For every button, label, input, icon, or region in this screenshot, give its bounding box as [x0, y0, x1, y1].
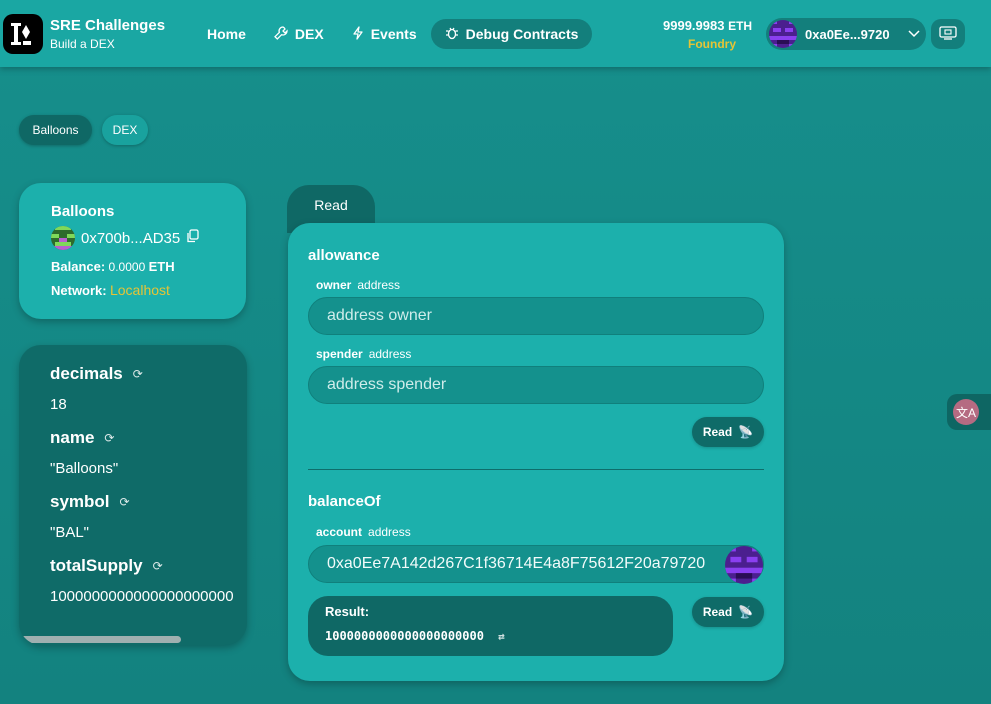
main-nav: Home DEX Events Debug Contracts [193, 19, 593, 49]
var-symbol: symbol ⟳ [50, 492, 130, 512]
account-button[interactable]: 0xa0Ee...9720 [766, 18, 926, 50]
logo[interactable] [3, 14, 43, 54]
result-value: 1000000000000000000000 [325, 629, 484, 643]
param-name: spender [316, 347, 363, 361]
refresh-icon[interactable]: ⟳ [104, 431, 114, 445]
param-type: address [357, 278, 401, 292]
contract-address: 0x700b...AD35 [51, 226, 246, 250]
result-box: Result: 1000000000000000000000 ⇄ [308, 596, 673, 656]
translate-widget[interactable]: 文A [947, 394, 991, 430]
balance-unit: ETH [148, 259, 175, 274]
account-input[interactable]: 0xa0Ee7A142d267C1f36714E4a8F75612F20a797… [308, 545, 764, 584]
contract-tab-dex[interactable]: DEX [102, 115, 148, 145]
contract-name: Balloons [51, 203, 115, 220]
network-value: Localhost [109, 282, 170, 298]
lightning-icon [352, 25, 364, 43]
param-name: owner [316, 278, 352, 292]
owner-input[interactable]: address owner [308, 297, 764, 335]
balance-value: 0.0000 [108, 260, 146, 274]
wrench-icon [273, 25, 288, 43]
eth-amount: 9999.9983 [663, 18, 725, 33]
allowance-read-button[interactable]: Read 📡 [692, 417, 764, 447]
param-label-spender: spender address [316, 347, 411, 361]
var-name-field: name ⟳ [50, 428, 114, 448]
nav-debug-contracts-label: Debug Contracts [465, 26, 579, 42]
satellite-icon: 📡 [738, 425, 754, 439]
param-name: account [316, 525, 363, 539]
nav-dex[interactable]: DEX [260, 19, 338, 49]
qr-code-button[interactable] [931, 19, 965, 49]
read-functions-panel: allowance owner address address owner spe… [288, 223, 784, 681]
param-type: address [368, 347, 412, 361]
divider [308, 469, 764, 470]
var-value: "Balloons" [50, 460, 119, 477]
var-name: totalSupply [50, 556, 143, 575]
balanceof-read-button[interactable]: Read 📡 [692, 597, 764, 627]
account-address: 0xa0Ee...9720 [805, 26, 890, 42]
contract-tab-label: Balloons [32, 123, 79, 137]
brand-subtitle: Build a DEX [50, 37, 115, 51]
avatar [769, 20, 797, 48]
contract-info-card: Balloons 0x700b...AD35 Balance: 0.0000 E… [19, 183, 246, 319]
contract-variables-card: decimals ⟳ 18 name ⟳ "Balloons" symbol ⟳… [19, 345, 247, 645]
logo-icon [11, 23, 31, 45]
var-value: 1000000000000000000000 [50, 588, 234, 605]
var-total-supply: totalSupply ⟳ [50, 556, 163, 576]
network-line: Network: Localhost [51, 282, 246, 298]
nav-home-label: Home [207, 26, 246, 42]
owner-input-placeholder: address owner [327, 307, 432, 324]
contract-address-text: 0x700b...AD35 [81, 229, 181, 247]
contract-tab-label: DEX [112, 123, 138, 137]
brand-title: SRE Challenges [50, 17, 166, 34]
param-type: address [368, 525, 411, 539]
nav-home[interactable]: Home [193, 19, 260, 49]
spender-input[interactable]: address spender [308, 366, 764, 404]
copy-icon[interactable] [186, 229, 199, 247]
var-decimals: decimals ⟳ [50, 364, 143, 384]
spender-input-placeholder: address spender [327, 376, 447, 393]
result-value-row: 1000000000000000000000 ⇄ [325, 629, 673, 643]
bug-icon [445, 26, 459, 43]
chevron-down-icon [908, 27, 920, 41]
top-header: SRE Challenges Build a DEX Home DEX Even… [0, 0, 991, 67]
nav-debug-contracts[interactable]: Debug Contracts [430, 19, 593, 49]
eth-balance: 9999.9983 ETH [663, 18, 752, 33]
param-label-owner: owner address [316, 278, 400, 292]
eth-unit: ETH [728, 19, 753, 33]
var-name: name [50, 428, 95, 447]
function-title-allowance: allowance [308, 247, 380, 264]
swap-icon[interactable]: ⇄ [498, 630, 505, 643]
refresh-icon[interactable]: ⟳ [153, 559, 163, 573]
nav-events-label: Events [370, 26, 417, 42]
function-title-balanceof: balanceOf [308, 493, 381, 510]
read-button-label: Read [702, 425, 733, 439]
nav-dex-label: DEX [294, 26, 324, 42]
contract-tab-balloons[interactable]: Balloons [19, 115, 92, 145]
param-label-account: account address [316, 525, 411, 539]
satellite-icon: 📡 [738, 605, 754, 619]
translate-icon: 文A [953, 399, 979, 425]
qr-code-icon [939, 25, 957, 43]
var-name: decimals [50, 364, 123, 383]
horizontal-scrollbar[interactable] [21, 636, 181, 643]
network-label: Network: [51, 283, 107, 298]
refresh-icon[interactable]: ⟳ [133, 367, 143, 381]
account-avatar [725, 546, 763, 584]
var-name: symbol [50, 492, 110, 511]
balance-line: Balance: 0.0000 ETH [51, 259, 246, 274]
nav-events[interactable]: Events [338, 19, 431, 49]
result-label: Result: [325, 604, 370, 619]
balance-label: Balance: [51, 259, 106, 274]
account-input-value: 0xa0Ee7A142d267C1f36714E4a8F75612F20a797… [327, 555, 706, 572]
network-name: Foundry [688, 37, 736, 51]
var-value: 18 [50, 396, 67, 413]
contract-avatar [51, 226, 75, 250]
refresh-icon[interactable]: ⟳ [120, 495, 130, 509]
var-value: "BAL" [50, 524, 90, 541]
read-button-label: Read [702, 605, 733, 619]
